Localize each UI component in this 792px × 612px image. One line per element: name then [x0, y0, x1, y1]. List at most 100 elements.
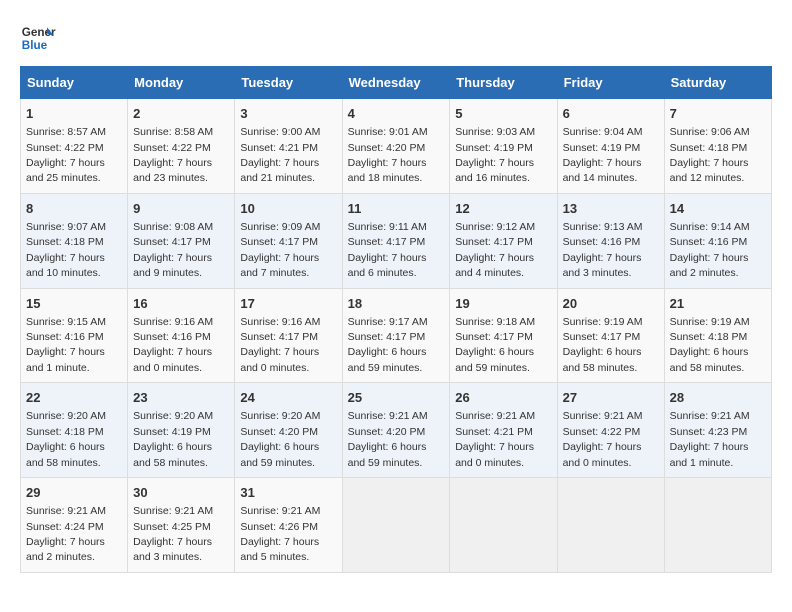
day-detail: Sunrise: 9:09 AMSunset: 4:17 PMDaylight:…: [240, 221, 320, 279]
day-detail: Sunrise: 9:08 AMSunset: 4:17 PMDaylight:…: [133, 221, 213, 279]
day-detail: Sunrise: 9:17 AMSunset: 4:17 PMDaylight:…: [348, 316, 428, 374]
calendar-cell: [557, 478, 664, 573]
day-number: 20: [563, 295, 659, 313]
day-detail: Sunrise: 9:21 AMSunset: 4:25 PMDaylight:…: [133, 505, 213, 563]
calendar-cell: 6 Sunrise: 9:04 AMSunset: 4:19 PMDayligh…: [557, 99, 664, 194]
calendar-cell: 22 Sunrise: 9:20 AMSunset: 4:18 PMDaylig…: [21, 383, 128, 478]
calendar-cell: 27 Sunrise: 9:21 AMSunset: 4:22 PMDaylig…: [557, 383, 664, 478]
calendar-cell: 4 Sunrise: 9:01 AMSunset: 4:20 PMDayligh…: [342, 99, 450, 194]
calendar-cell: 2 Sunrise: 8:58 AMSunset: 4:22 PMDayligh…: [128, 99, 235, 194]
day-detail: Sunrise: 9:21 AMSunset: 4:20 PMDaylight:…: [348, 410, 428, 468]
calendar-cell: 9 Sunrise: 9:08 AMSunset: 4:17 PMDayligh…: [128, 193, 235, 288]
day-detail: Sunrise: 9:07 AMSunset: 4:18 PMDaylight:…: [26, 221, 106, 279]
calendar-header-tuesday: Tuesday: [235, 67, 342, 99]
calendar-cell: 16 Sunrise: 9:16 AMSunset: 4:16 PMDaylig…: [128, 288, 235, 383]
day-detail: Sunrise: 9:19 AMSunset: 4:17 PMDaylight:…: [563, 316, 643, 374]
calendar-week-row: 15 Sunrise: 9:15 AMSunset: 4:16 PMDaylig…: [21, 288, 772, 383]
day-number: 31: [240, 484, 336, 502]
calendar-cell: 1 Sunrise: 8:57 AMSunset: 4:22 PMDayligh…: [21, 99, 128, 194]
calendar-cell: 24 Sunrise: 9:20 AMSunset: 4:20 PMDaylig…: [235, 383, 342, 478]
calendar-cell: 11 Sunrise: 9:11 AMSunset: 4:17 PMDaylig…: [342, 193, 450, 288]
day-number: 19: [455, 295, 551, 313]
day-number: 9: [133, 200, 229, 218]
day-detail: Sunrise: 9:21 AMSunset: 4:22 PMDaylight:…: [563, 410, 643, 468]
calendar-cell: 15 Sunrise: 9:15 AMSunset: 4:16 PMDaylig…: [21, 288, 128, 383]
calendar-table: SundayMondayTuesdayWednesdayThursdayFrid…: [20, 66, 772, 573]
calendar-cell: 23 Sunrise: 9:20 AMSunset: 4:19 PMDaylig…: [128, 383, 235, 478]
calendar-cell: 17 Sunrise: 9:16 AMSunset: 4:17 PMDaylig…: [235, 288, 342, 383]
calendar-cell: 18 Sunrise: 9:17 AMSunset: 4:17 PMDaylig…: [342, 288, 450, 383]
day-detail: Sunrise: 9:12 AMSunset: 4:17 PMDaylight:…: [455, 221, 535, 279]
day-detail: Sunrise: 9:04 AMSunset: 4:19 PMDaylight:…: [563, 126, 643, 184]
day-detail: Sunrise: 9:20 AMSunset: 4:20 PMDaylight:…: [240, 410, 320, 468]
day-detail: Sunrise: 9:20 AMSunset: 4:18 PMDaylight:…: [26, 410, 106, 468]
day-detail: Sunrise: 9:15 AMSunset: 4:16 PMDaylight:…: [26, 316, 106, 374]
calendar-cell: 20 Sunrise: 9:19 AMSunset: 4:17 PMDaylig…: [557, 288, 664, 383]
day-number: 15: [26, 295, 122, 313]
calendar-cell: 10 Sunrise: 9:09 AMSunset: 4:17 PMDaylig…: [235, 193, 342, 288]
day-number: 10: [240, 200, 336, 218]
calendar-cell: [342, 478, 450, 573]
calendar-cell: 12 Sunrise: 9:12 AMSunset: 4:17 PMDaylig…: [450, 193, 557, 288]
day-number: 22: [26, 389, 122, 407]
calendar-cell: 25 Sunrise: 9:21 AMSunset: 4:20 PMDaylig…: [342, 383, 450, 478]
calendar-week-row: 1 Sunrise: 8:57 AMSunset: 4:22 PMDayligh…: [21, 99, 772, 194]
day-number: 6: [563, 105, 659, 123]
calendar-cell: 21 Sunrise: 9:19 AMSunset: 4:18 PMDaylig…: [664, 288, 771, 383]
day-number: 25: [348, 389, 445, 407]
day-number: 12: [455, 200, 551, 218]
calendar-cell: 13 Sunrise: 9:13 AMSunset: 4:16 PMDaylig…: [557, 193, 664, 288]
calendar-header-thursday: Thursday: [450, 67, 557, 99]
day-number: 3: [240, 105, 336, 123]
calendar-header-wednesday: Wednesday: [342, 67, 450, 99]
logo: General Blue: [20, 20, 56, 56]
day-number: 18: [348, 295, 445, 313]
day-number: 17: [240, 295, 336, 313]
calendar-cell: 8 Sunrise: 9:07 AMSunset: 4:18 PMDayligh…: [21, 193, 128, 288]
calendar-cell: 19 Sunrise: 9:18 AMSunset: 4:17 PMDaylig…: [450, 288, 557, 383]
calendar-cell: [450, 478, 557, 573]
day-number: 30: [133, 484, 229, 502]
calendar-header-friday: Friday: [557, 67, 664, 99]
calendar-header-monday: Monday: [128, 67, 235, 99]
calendar-cell: 3 Sunrise: 9:00 AMSunset: 4:21 PMDayligh…: [235, 99, 342, 194]
calendar-header-sunday: Sunday: [21, 67, 128, 99]
day-number: 29: [26, 484, 122, 502]
day-number: 2: [133, 105, 229, 123]
day-detail: Sunrise: 9:14 AMSunset: 4:16 PMDaylight:…: [670, 221, 750, 279]
svg-text:Blue: Blue: [22, 39, 48, 52]
day-number: 24: [240, 389, 336, 407]
day-detail: Sunrise: 8:57 AMSunset: 4:22 PMDaylight:…: [26, 126, 106, 184]
calendar-cell: 26 Sunrise: 9:21 AMSunset: 4:21 PMDaylig…: [450, 383, 557, 478]
calendar-cell: 14 Sunrise: 9:14 AMSunset: 4:16 PMDaylig…: [664, 193, 771, 288]
day-number: 8: [26, 200, 122, 218]
day-detail: Sunrise: 9:19 AMSunset: 4:18 PMDaylight:…: [670, 316, 750, 374]
day-number: 13: [563, 200, 659, 218]
calendar-week-row: 8 Sunrise: 9:07 AMSunset: 4:18 PMDayligh…: [21, 193, 772, 288]
day-detail: Sunrise: 9:03 AMSunset: 4:19 PMDaylight:…: [455, 126, 535, 184]
day-number: 28: [670, 389, 766, 407]
header: General Blue: [20, 20, 772, 56]
day-detail: Sunrise: 9:21 AMSunset: 4:24 PMDaylight:…: [26, 505, 106, 563]
day-detail: Sunrise: 9:11 AMSunset: 4:17 PMDaylight:…: [348, 221, 427, 279]
calendar-cell: [664, 478, 771, 573]
day-number: 1: [26, 105, 122, 123]
day-detail: Sunrise: 9:16 AMSunset: 4:17 PMDaylight:…: [240, 316, 320, 374]
day-number: 27: [563, 389, 659, 407]
day-detail: Sunrise: 8:58 AMSunset: 4:22 PMDaylight:…: [133, 126, 213, 184]
calendar-week-row: 29 Sunrise: 9:21 AMSunset: 4:24 PMDaylig…: [21, 478, 772, 573]
calendar-cell: 31 Sunrise: 9:21 AMSunset: 4:26 PMDaylig…: [235, 478, 342, 573]
day-number: 14: [670, 200, 766, 218]
calendar-cell: 30 Sunrise: 9:21 AMSunset: 4:25 PMDaylig…: [128, 478, 235, 573]
day-detail: Sunrise: 9:00 AMSunset: 4:21 PMDaylight:…: [240, 126, 320, 184]
day-number: 21: [670, 295, 766, 313]
day-detail: Sunrise: 9:13 AMSunset: 4:16 PMDaylight:…: [563, 221, 643, 279]
day-number: 5: [455, 105, 551, 123]
day-number: 16: [133, 295, 229, 313]
day-number: 4: [348, 105, 445, 123]
day-number: 11: [348, 200, 445, 218]
day-detail: Sunrise: 9:18 AMSunset: 4:17 PMDaylight:…: [455, 316, 535, 374]
day-number: 26: [455, 389, 551, 407]
day-detail: Sunrise: 9:20 AMSunset: 4:19 PMDaylight:…: [133, 410, 213, 468]
calendar-cell: 7 Sunrise: 9:06 AMSunset: 4:18 PMDayligh…: [664, 99, 771, 194]
